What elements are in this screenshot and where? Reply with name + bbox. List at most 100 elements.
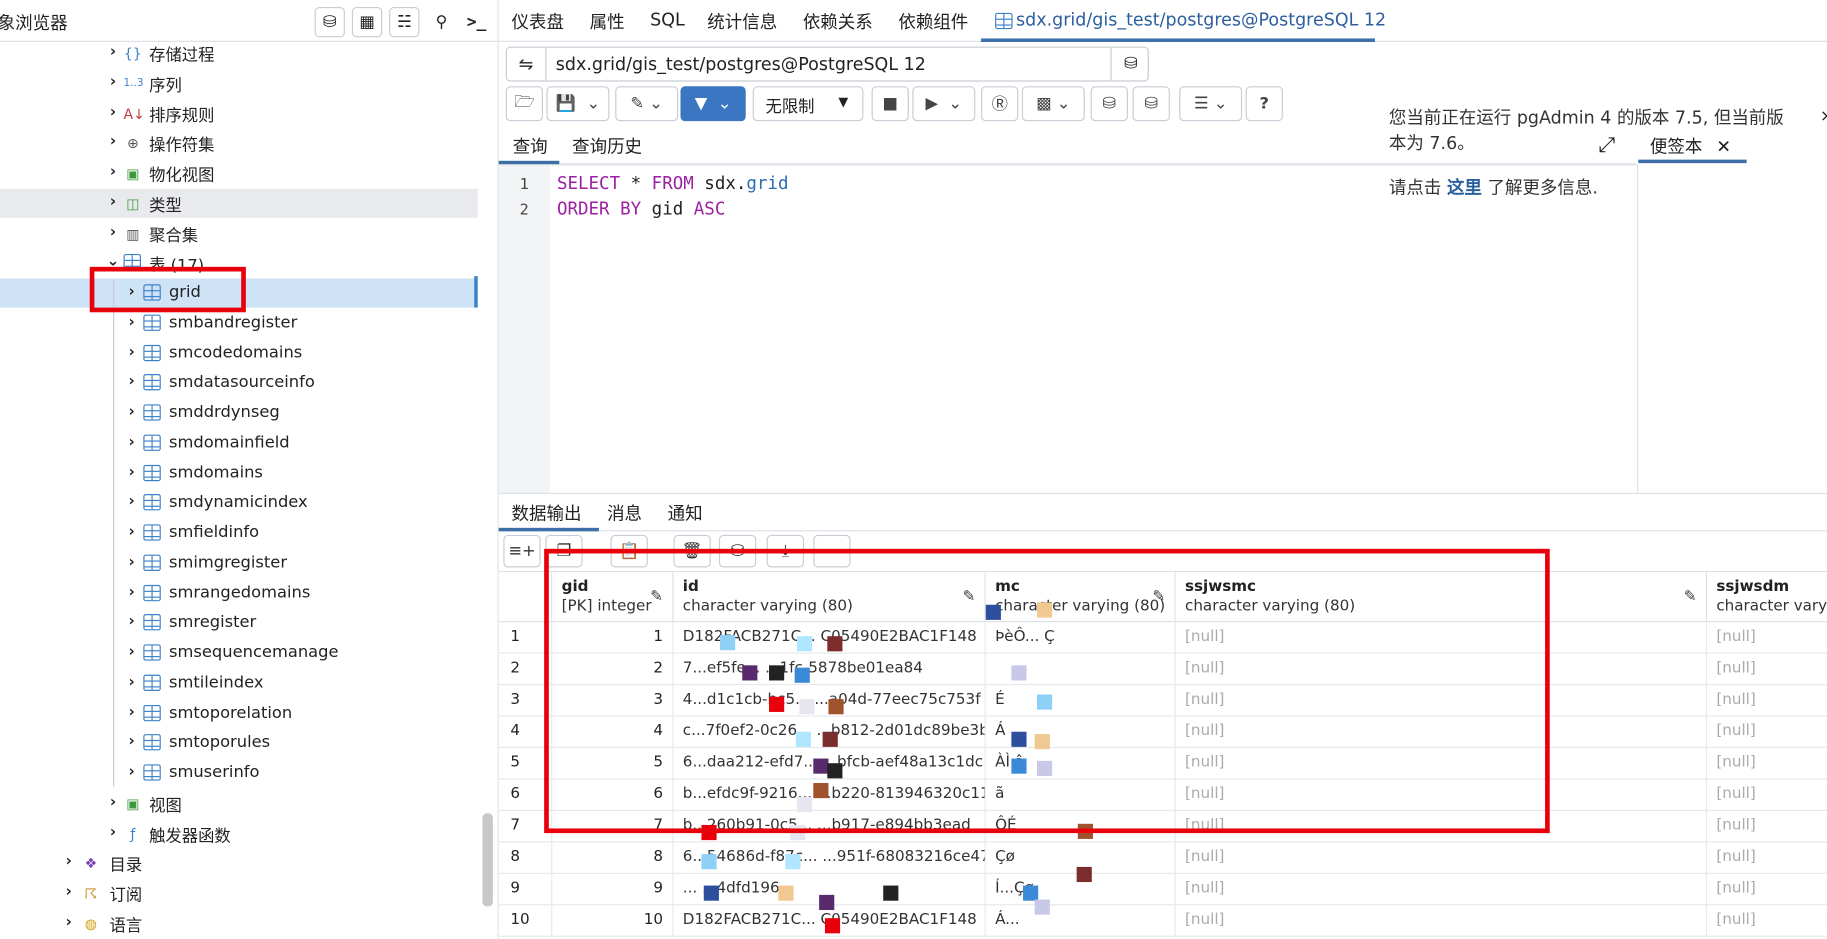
chevron-right-icon[interactable]: › [105,823,121,842]
cell-ssjwsdm[interactable]: [null] [1707,685,1827,717]
terminal-icon[interactable]: >_ [461,6,492,38]
tree-item[interactable]: › ⊕ 操作符集 [0,128,478,157]
scratch-pad-area[interactable] [1637,164,1827,493]
tree-item[interactable]: › smdomainfield [0,429,478,458]
tree-item[interactable]: › smrangedomains [0,579,478,608]
cell-id[interactable]: 6...54686d-f87c... ...951f-68083216ce47 [673,842,986,874]
tree-item[interactable]: › ▣ 物化视图 [0,158,478,187]
tree-item[interactable]: › smdynamicindex [0,489,478,518]
chevron-right-icon[interactable]: › [124,763,140,782]
tree-item[interactable]: › smtoporelation [0,699,478,728]
row-number[interactable]: 10 [498,905,553,937]
tab-scratch-pad[interactable]: 便签本 ✕ [1638,128,1747,164]
chevron-right-icon[interactable]: › [124,643,140,662]
explain-analyze-button[interactable]: ▩ ⌄ [1021,86,1085,122]
cell-ssjwsmc[interactable]: [null] [1175,905,1708,937]
chevron-right-icon[interactable]: › [124,613,140,632]
chevron-right-icon[interactable]: › [124,703,140,722]
tree-item[interactable]: › smbandregister [0,308,478,337]
chevron-right-icon[interactable]: › [124,583,140,602]
chevron-right-icon[interactable]: › [105,43,121,62]
chevron-right-icon[interactable]: › [105,193,121,212]
cell-mc[interactable]: Á... [985,905,1176,937]
chevron-right-icon[interactable]: › [105,73,121,92]
chevron-right-icon[interactable]: › [61,853,77,872]
tree-item[interactable]: › smimgregister [0,549,478,578]
chevron-right-icon[interactable]: › [124,493,140,512]
tree-item[interactable]: › 1..3 序列 [0,68,478,97]
table-view-icon[interactable]: ▦ [351,6,383,38]
open-file-button[interactable]: 🗁 [505,86,543,122]
cell-ssjwsdm[interactable]: [null] [1707,905,1827,937]
tree-item[interactable]: › ☈ 订阅 [0,879,478,908]
column-header-ssjwsdm[interactable]: ssjwsdmcharacter varying [1707,572,1827,623]
chevron-right-icon[interactable]: › [105,793,121,812]
chevron-right-icon[interactable]: › [124,373,140,392]
chevron-right-icon[interactable]: › [105,223,121,242]
cell-ssjwsdm[interactable]: [null] [1707,748,1827,780]
add-row-icon[interactable]: ≡+ [503,534,541,568]
stop-button[interactable]: ■ [871,86,909,122]
tab-statistics[interactable]: 统计信息 [707,9,777,33]
chevron-right-icon[interactable]: › [61,913,77,932]
commit-button[interactable]: ⛁ [1090,86,1128,122]
tree-item[interactable]: › ▣ 视图 [0,789,478,818]
chevron-right-icon[interactable]: › [105,163,121,182]
help-icon[interactable]: ? [1245,86,1283,122]
connection-bar[interactable]: ⇋ sdx.grid/gis_test/postgres@PostgreSQL … [505,46,1149,82]
close-icon[interactable]: ✕ [1716,136,1731,157]
chevron-right-icon[interactable]: › [124,523,140,542]
edit-button[interactable]: ✎ ⌄ [615,86,679,122]
close-notice-icon[interactable]: × [1820,107,1827,126]
cell-ssjwsdm[interactable]: [null] [1707,654,1827,686]
tab-notifications[interactable]: 通知 [668,501,703,525]
chevron-right-icon[interactable]: › [61,883,77,902]
tree-item[interactable]: › smfieldinfo [0,519,478,548]
tab-sql[interactable]: SQL [650,9,685,30]
chevron-right-icon[interactable]: › [124,733,140,752]
tree-item[interactable]: › ƒ 触发器函数 [0,819,478,848]
sql-editor[interactable]: 1 2 SELECT * FROM sdx.grid ORDER BY gid … [498,164,1638,495]
cell-ssjwsdm[interactable]: [null] [1707,780,1827,811]
tree-item[interactable]: › smregister [0,609,478,638]
tree-item[interactable]: › ▥ 聚合集 [0,218,478,247]
cell-ssjwsmc[interactable]: [null] [1175,873,1708,906]
tree-item[interactable]: › smdomains [0,459,478,488]
cell-ssjwsdm[interactable]: [null] [1707,842,1827,874]
tab-dependents[interactable]: 依赖组件 [898,9,968,33]
chevron-right-icon[interactable]: › [124,673,140,692]
tree-item[interactable]: › ◫ 类型 [0,188,478,218]
tab-messages[interactable]: 消息 [607,501,642,525]
tab-query-tool[interactable]: sdx.grid/gis_test/postgres@PostgreSQL 12 [981,0,1386,42]
search-icon[interactable]: ⚲ [426,6,457,38]
macros-button[interactable]: ☰ ⌄ [1179,86,1243,122]
tree-item[interactable]: ›{} 存储过程 [0,38,478,67]
tree-item[interactable]: › smcodedomains [0,338,478,367]
tree-item[interactable]: › smtoporules [0,729,478,758]
tree-item[interactable]: › smsequencemanage [0,639,478,668]
cell-ssjwsdm[interactable]: [null] [1707,811,1827,843]
rollback-button[interactable]: ⛁ [1132,86,1170,122]
tab-query-history[interactable]: 查询历史 [572,134,642,158]
cell-gid[interactable]: 10 [552,905,674,937]
tree-item[interactable]: › ❖ 目录 [0,849,478,878]
save-button[interactable]: 💾 ⌄ [546,86,610,122]
tree-item[interactable]: › A↓ 排序规则 [0,98,478,127]
chevron-right-icon[interactable]: › [124,343,140,362]
chevron-right-icon[interactable]: › [124,433,140,452]
tree-item[interactable]: › smdatasourceinfo [0,368,478,397]
chevron-right-icon[interactable]: › [124,403,140,422]
cell-gid[interactable]: 8 [552,842,674,874]
cell-ssjwsdm[interactable]: [null] [1707,622,1827,654]
tree-item[interactable]: › smuserinfo [0,759,478,788]
execute-button[interactable]: ▶ ⌄ [912,86,976,122]
tab-dependencies[interactable]: 依赖关系 [803,9,873,33]
row-number[interactable]: 9 [498,873,553,906]
chevron-right-icon[interactable]: › [124,463,140,482]
tab-dashboard[interactable]: 仪表盘 [512,9,564,33]
chevron-right-icon[interactable]: › [105,103,121,122]
cell-ssjwsdm[interactable]: [null] [1707,874,1827,906]
row-number[interactable]: 8 [498,842,553,874]
cell-gid[interactable]: 9 [552,873,674,906]
filter-button[interactable]: ▼ ⌄ [680,86,746,122]
